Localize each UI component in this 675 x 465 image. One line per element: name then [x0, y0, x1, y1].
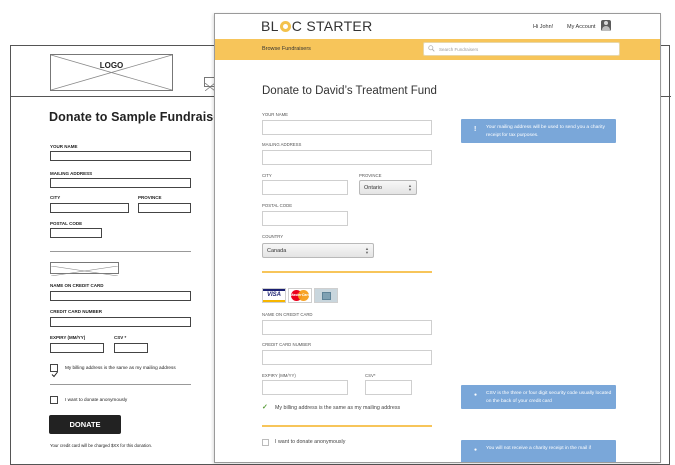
country-label: COUNTRY	[262, 234, 284, 239]
city-label: CITY	[50, 195, 61, 200]
brand-logo[interactable]: BL C STARTER	[261, 18, 372, 34]
card-number-input[interactable]	[262, 350, 432, 365]
visa-icon: VISA	[262, 288, 286, 303]
mailing-address-label: MAILING ADDRESS	[262, 142, 302, 147]
search-icon	[428, 45, 435, 52]
expiry-input[interactable]	[262, 380, 348, 395]
your-name-label: YOUR NAME	[262, 112, 289, 117]
province-input[interactable]	[138, 203, 191, 213]
your-name-input[interactable]	[50, 151, 191, 161]
bullet-icon: ●	[474, 392, 478, 398]
your-name-label: YOUR NAME	[50, 144, 78, 149]
image-placeholder-icon	[50, 265, 119, 277]
postal-code-label: POSTAL CODE	[50, 221, 83, 226]
province-select[interactable]: Ontario ▲ ▼	[359, 180, 417, 195]
select-arrows-icon: ▲ ▼	[408, 183, 412, 192]
anonymous-label: I want to donate anonymously	[65, 397, 128, 402]
mastercard-icon: MasterCard	[288, 288, 312, 303]
name-on-card-label: NAME ON CREDIT CARD	[262, 312, 313, 317]
brand-o-icon	[279, 21, 291, 32]
bullet-icon: ●	[474, 447, 478, 453]
greeting-text: Hi John!	[533, 24, 554, 30]
billing-same-label: My billing address is the same as my mai…	[65, 365, 176, 370]
receipt-info-text: You will not receive a charity receipt i…	[486, 446, 592, 451]
logo-text: LOGO	[99, 61, 124, 70]
checkmark-icon[interactable]: ✓	[262, 403, 268, 411]
card-number-input[interactable]	[50, 317, 191, 327]
logo-placeholder: LOGO	[50, 54, 173, 91]
expiry-input[interactable]	[50, 343, 104, 353]
amex-icon	[314, 288, 338, 303]
donate-button[interactable]: DONATE	[49, 415, 121, 434]
csv-input[interactable]	[365, 380, 412, 395]
mailing-address-input[interactable]	[50, 178, 191, 188]
your-name-input[interactable]	[262, 120, 432, 135]
billing-same-checkbox[interactable]	[50, 364, 58, 378]
billing-same-label: My billing address is the same as my mai…	[275, 405, 401, 411]
charge-note: Your credit card will be charged $XX for…	[50, 443, 153, 448]
name-on-card-label: NAME ON CREDIT CARD	[50, 283, 104, 288]
section-divider	[50, 384, 191, 385]
card-number-label: CREDIT CARD NUMBER	[262, 342, 312, 347]
avatar[interactable]	[601, 20, 611, 31]
postal-code-input[interactable]	[262, 211, 348, 226]
country-select[interactable]: Canada ▲ ▼	[262, 243, 374, 258]
city-input[interactable]	[50, 203, 129, 213]
select-arrows-icon: ▲ ▼	[365, 246, 369, 255]
mailing-address-label: MAILING ADDRESS	[50, 171, 93, 176]
checkmark-icon	[51, 371, 58, 378]
brand-prefix: BL	[261, 18, 279, 34]
csv-label: CSV*	[365, 373, 376, 378]
csv-info-box: ● CSV is the three or four digit securit…	[461, 385, 616, 409]
my-account-link[interactable]: My Account	[567, 24, 595, 30]
anonymous-checkbox[interactable]	[262, 439, 269, 446]
name-on-card-input[interactable]	[262, 320, 432, 335]
mockup-page: BL C STARTER Hi John! My Account Browse F…	[214, 13, 661, 463]
search-placeholder: Search Fundraisers	[439, 46, 479, 52]
city-label: CITY	[262, 173, 272, 178]
page-title: Donate to David’s Treatment Fund	[262, 85, 437, 97]
csv-input[interactable]	[114, 343, 148, 353]
card-number-label: CREDIT CARD NUMBER	[50, 309, 102, 314]
anonymous-label: I want to donate anonymously	[275, 439, 346, 445]
csv-label: CSV *	[114, 335, 127, 340]
section-divider	[262, 271, 432, 273]
section-divider	[50, 251, 191, 252]
brand-suffix: C STARTER	[291, 18, 373, 34]
city-input[interactable]	[262, 180, 348, 195]
mailing-address-input[interactable]	[262, 150, 432, 165]
expiry-label: EXPIRY (MM/YY)	[50, 335, 86, 340]
province-label: PROVINCE	[138, 195, 162, 200]
expiry-label: EXPIRY (MM/YY)	[262, 373, 296, 378]
mailing-info-box: ! Your mailing address will be used to s…	[461, 119, 616, 143]
postal-code-label: POSTAL CODE	[262, 203, 293, 208]
card-logos-placeholder	[50, 262, 119, 277]
csv-info-text: CSV is the three or four digit security …	[486, 391, 612, 404]
section-divider	[262, 425, 432, 427]
country-value: Canada	[267, 247, 287, 254]
anonymous-checkbox[interactable]	[50, 396, 58, 404]
browse-fundraisers-link[interactable]: Browse Fundraisers	[262, 46, 311, 52]
province-value: Ontario	[364, 184, 383, 191]
province-label: PROVINCE	[359, 173, 382, 178]
mailing-info-text: Your mailing address will be used to sen…	[486, 125, 605, 138]
exclamation-icon: !	[474, 126, 477, 133]
name-on-card-input[interactable]	[50, 291, 191, 301]
postal-code-input[interactable]	[50, 228, 102, 238]
receipt-info-box: ● You will not receive a charity receipt…	[461, 440, 616, 462]
